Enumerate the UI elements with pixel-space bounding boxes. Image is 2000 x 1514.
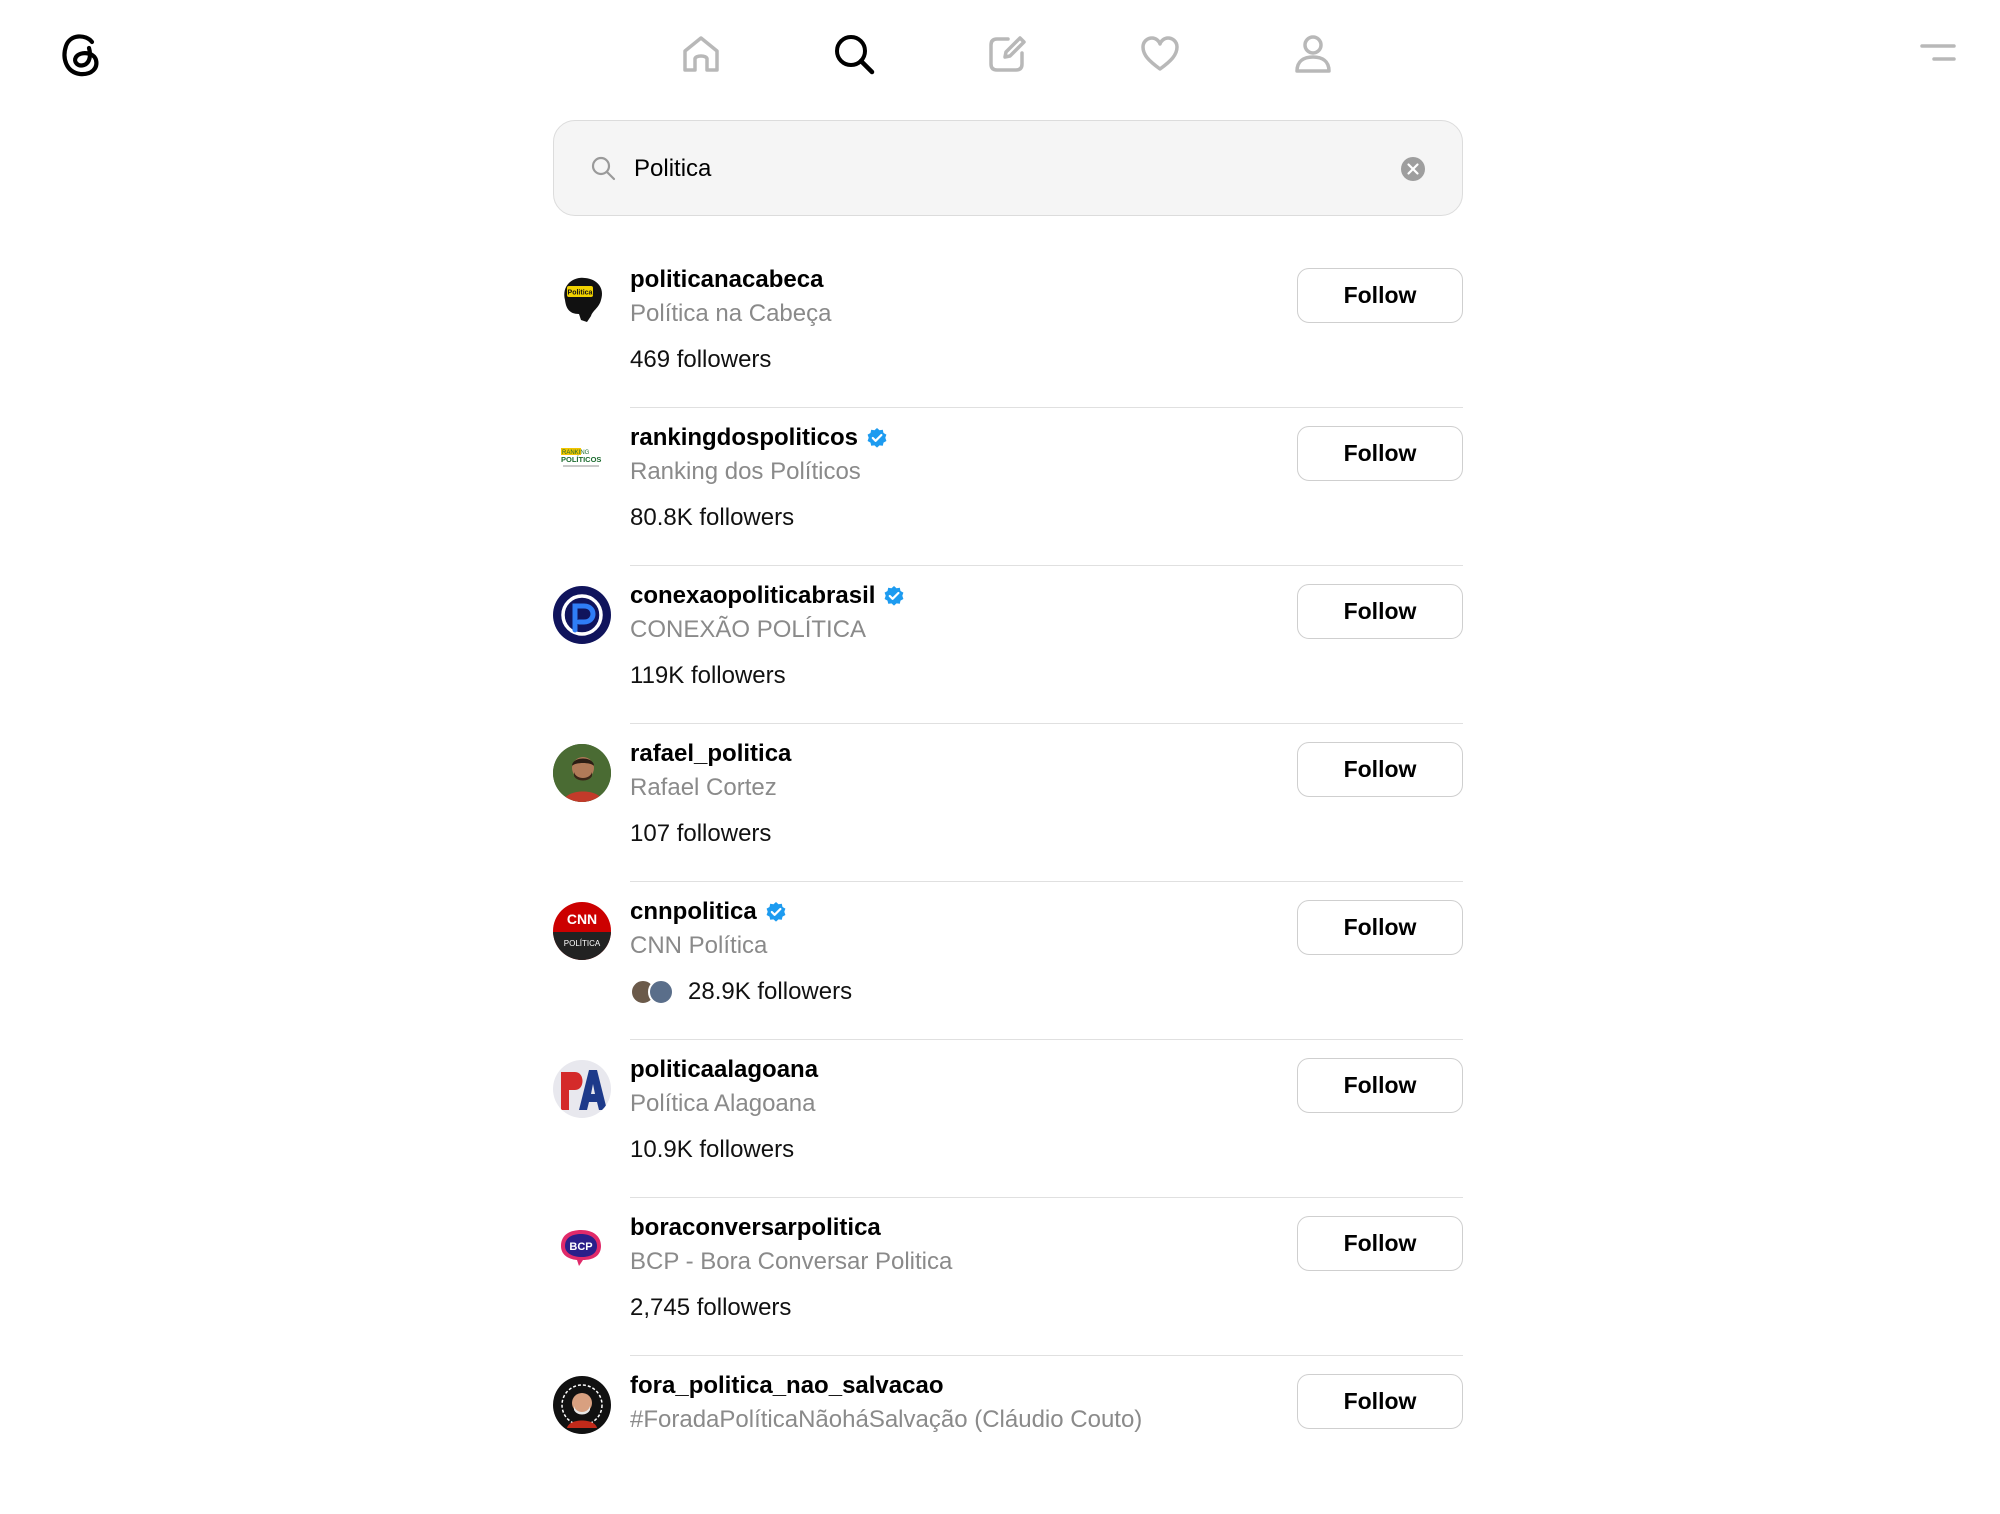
- activity-heart-icon: [1141, 36, 1179, 71]
- follower-count: 28.9K followers: [688, 978, 853, 1005]
- verified-badge-icon: [867, 428, 887, 448]
- follow-button[interactable]: Follow: [1297, 900, 1463, 955]
- svg-text:Politica: Politica: [568, 290, 593, 297]
- verified-badge-icon: [885, 586, 904, 606]
- search-bar: [553, 120, 1463, 216]
- display-name: Política Alagoana: [630, 1090, 816, 1117]
- search-icon: [835, 35, 875, 75]
- svg-text:CNN: CNN: [567, 911, 597, 927]
- list-item[interactable]: BCP boraconversarpolitica BCP - Bora Con…: [553, 1198, 1463, 1356]
- profile-icon: [1295, 35, 1331, 73]
- list-item[interactable]: Politica politicanacabeca Política na Ca…: [553, 250, 1463, 408]
- username[interactable]: rafael_politica: [630, 740, 791, 768]
- list-item[interactable]: rafael_politica Rafael Cortez 107 follow…: [553, 724, 1463, 882]
- follower-count: 107 followers: [630, 820, 772, 847]
- follow-button[interactable]: Follow: [1297, 1374, 1463, 1429]
- follower-count: 80.8K followers: [630, 504, 795, 531]
- search-results-list: Politica politicanacabeca Política na Ca…: [553, 250, 1463, 1514]
- display-name: CONEXÃO POLÍTICA: [630, 616, 867, 643]
- search-input[interactable]: [632, 143, 1336, 195]
- clear-search-icon[interactable]: [1400, 156, 1426, 182]
- svg-text:BCP: BCP: [569, 1241, 592, 1253]
- display-name: Ranking dos Políticos: [630, 458, 861, 485]
- menu-icon[interactable]: [1918, 38, 1958, 68]
- home-icon: [683, 36, 719, 72]
- display-name: Rafael Cortez: [630, 774, 777, 801]
- list-item[interactable]: politicaalagoana Política Alagoana 10.9K…: [553, 1040, 1463, 1198]
- avatar[interactable]: [553, 1060, 611, 1118]
- verified-badge-icon: [766, 902, 786, 922]
- search-field-icon: [591, 156, 616, 181]
- list-item[interactable]: conexaopoliticabrasil CONEXÃO POLÍTICA 1…: [553, 566, 1463, 724]
- new-thread-icon: [989, 36, 1026, 72]
- display-name: Política na Cabeça: [630, 300, 832, 327]
- nav-search[interactable]: [822, 22, 886, 86]
- username[interactable]: fora_politica_nao_salvacao: [630, 1372, 943, 1400]
- list-item[interactable]: RANKING POLÍTICOS rankingdospoliticos Ra…: [553, 408, 1463, 566]
- svg-text:POLÍTICA: POLÍTICA: [564, 939, 601, 948]
- top-nav: [0, 0, 2000, 105]
- svg-text:POLÍTICOS: POLÍTICOS: [561, 455, 601, 464]
- username[interactable]: politicanacabeca: [630, 266, 823, 294]
- follower-count: 10.9K followers: [630, 1136, 795, 1163]
- avatar[interactable]: [553, 586, 611, 644]
- username[interactable]: conexaopoliticabrasil: [630, 582, 875, 610]
- username[interactable]: politicaalagoana: [630, 1056, 818, 1084]
- avatar[interactable]: CNN POLÍTICA: [553, 902, 611, 960]
- follow-button[interactable]: Follow: [1297, 1058, 1463, 1113]
- mutual-avatar: [648, 979, 674, 1005]
- username[interactable]: rankingdospoliticos: [630, 424, 858, 452]
- nav-activity[interactable]: [1128, 22, 1192, 86]
- follower-count: 469 followers: [630, 346, 772, 373]
- list-item[interactable]: CNN POLÍTICA cnnpolitica CNN Política 28…: [553, 882, 1463, 1040]
- display-name: #ForadaPolíticaNãoháSalvação (Cláudio Co…: [630, 1406, 1143, 1433]
- avatar[interactable]: BCP: [553, 1218, 611, 1276]
- avatar[interactable]: [553, 1376, 611, 1434]
- nav-new-thread[interactable]: [975, 22, 1039, 86]
- list-item[interactable]: fora_politica_nao_salvacao #ForadaPolíti…: [553, 1356, 1463, 1514]
- follow-button[interactable]: Follow: [1297, 1216, 1463, 1271]
- follow-button[interactable]: Follow: [1297, 268, 1463, 323]
- display-name: BCP - Bora Conversar Politica: [630, 1248, 953, 1275]
- avatar[interactable]: RANKING POLÍTICOS: [553, 428, 611, 486]
- follow-button[interactable]: Follow: [1297, 426, 1463, 481]
- nav-home[interactable]: [669, 22, 733, 86]
- username[interactable]: boraconversarpolitica: [630, 1214, 881, 1242]
- follow-button[interactable]: Follow: [1297, 584, 1463, 639]
- nav-profile[interactable]: [1281, 22, 1345, 86]
- follow-button[interactable]: Follow: [1297, 742, 1463, 797]
- avatar[interactable]: [553, 744, 611, 802]
- avatar[interactable]: Politica: [553, 270, 611, 328]
- username[interactable]: cnnpolitica: [630, 898, 757, 926]
- follower-count: 119K followers: [630, 662, 786, 689]
- display-name: CNN Política: [630, 932, 768, 959]
- follower-count: 2,745 followers: [630, 1294, 792, 1321]
